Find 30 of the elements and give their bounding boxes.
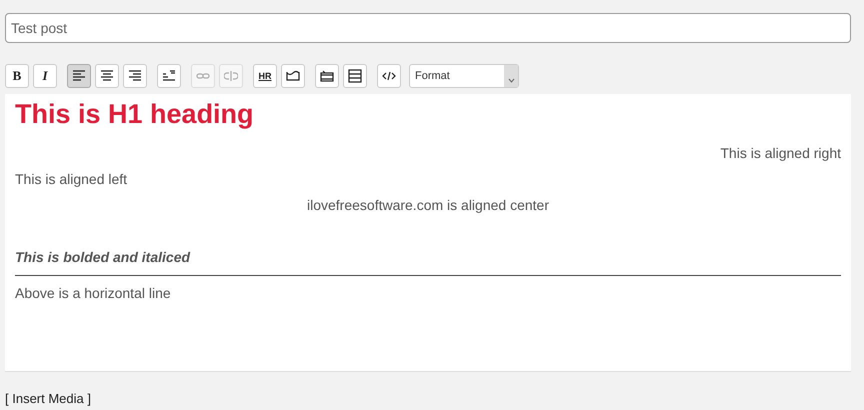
align-left-icon xyxy=(72,69,86,83)
bold-button[interactable]: B xyxy=(5,64,29,88)
insert-media-link[interactable]: [ Insert Media ] xyxy=(5,391,91,406)
paragraph: This is aligned right xyxy=(720,145,841,161)
more-button[interactable] xyxy=(157,64,181,88)
basin-icon xyxy=(286,69,300,83)
pagebreak-button[interactable] xyxy=(343,64,367,88)
format-select[interactable]: Format xyxy=(409,64,519,88)
caret-icon xyxy=(504,65,518,87)
heading: This is H1 heading xyxy=(15,98,255,130)
code-icon xyxy=(382,69,396,83)
paragraph: This is aligned left xyxy=(15,171,128,187)
align-center-icon xyxy=(100,69,114,83)
align-left-button[interactable] xyxy=(67,64,91,88)
code-button[interactable] xyxy=(377,64,401,88)
editor-area[interactable]: This is H1 heading This is aligned right This is aligned left ilovefreesoftware.com is aligned center This is bolded and italiced Above is a horizontal line xyxy=(5,94,851,372)
media-button[interactable] xyxy=(315,64,339,88)
align-right-icon xyxy=(128,69,142,83)
paragraph: This is bolded and italiced xyxy=(15,249,190,265)
align-center-button[interactable] xyxy=(95,64,119,88)
unlink-icon xyxy=(224,69,238,83)
paragraph: ilovefreesoftware.com is aligned center xyxy=(306,197,549,213)
hr-button[interactable]: HR xyxy=(253,64,277,88)
italic-button[interactable]: I xyxy=(33,64,57,88)
pagebreak-icon xyxy=(348,69,362,83)
basin-button[interactable] xyxy=(281,64,305,88)
align-right-button[interactable] xyxy=(123,64,147,88)
media-icon xyxy=(320,69,334,83)
paragraph: Above is a horizontal line xyxy=(15,285,171,301)
title-field[interactable]: Test post xyxy=(5,13,851,43)
